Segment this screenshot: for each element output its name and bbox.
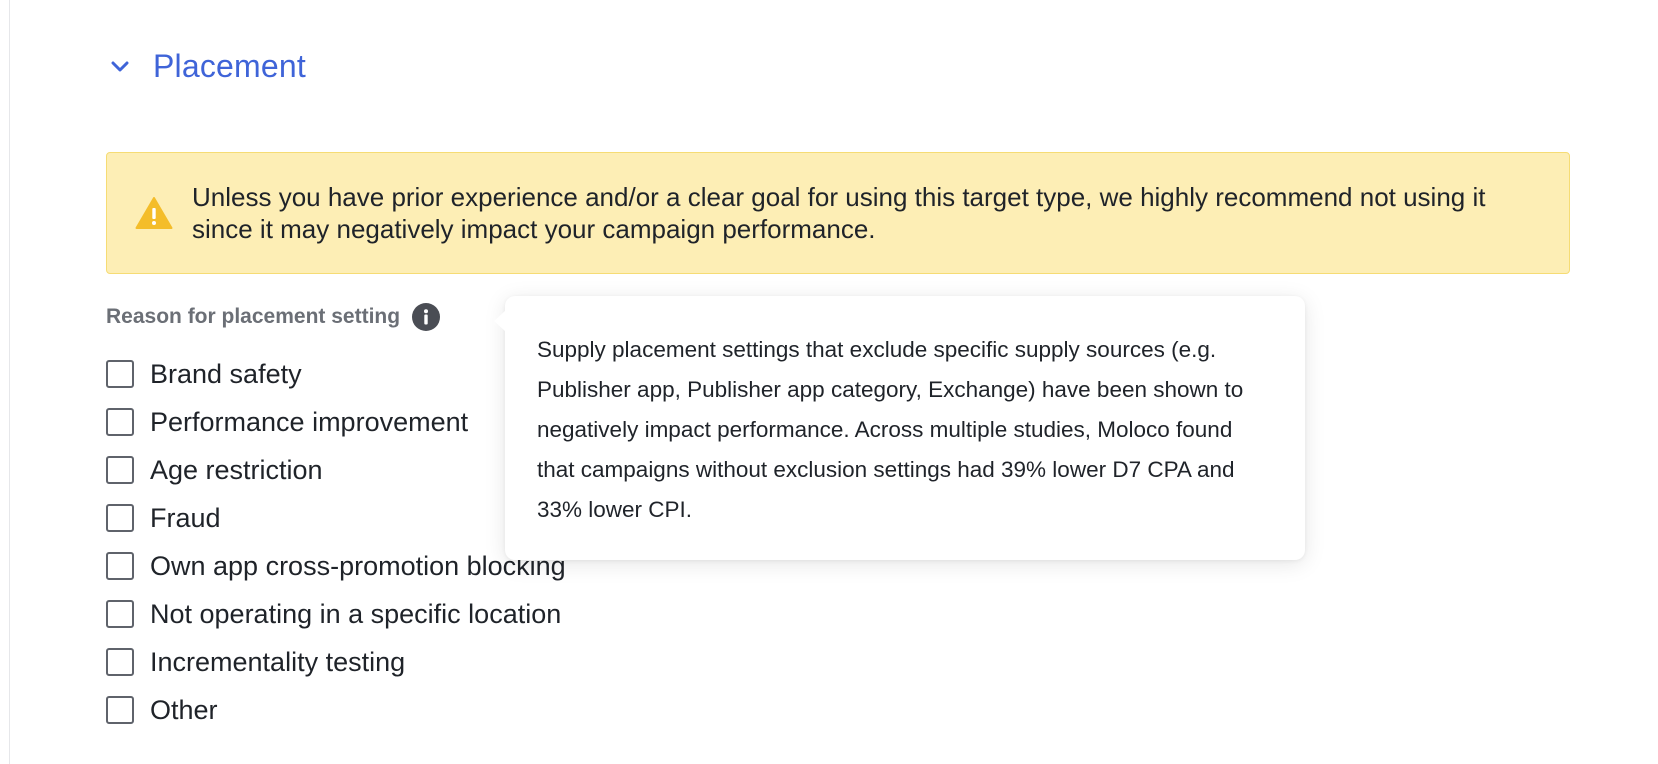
left-divider xyxy=(9,0,10,764)
option-performance-improvement[interactable]: Performance improvement xyxy=(106,406,566,438)
option-other[interactable]: Other xyxy=(106,694,566,726)
option-not-operating-in-location[interactable]: Not operating in a specific location xyxy=(106,598,566,630)
option-fraud[interactable]: Fraud xyxy=(106,502,566,534)
option-label: Not operating in a specific location xyxy=(150,598,562,629)
placement-settings-page: Placement Unless you have prior experien… xyxy=(0,0,1658,764)
option-label: Age restriction xyxy=(150,454,323,485)
checkbox[interactable] xyxy=(106,600,134,628)
checkbox[interactable] xyxy=(106,360,134,388)
checkbox[interactable] xyxy=(106,408,134,436)
option-label: Incrementality testing xyxy=(150,646,406,677)
warning-icon xyxy=(135,196,173,230)
option-age-restriction[interactable]: Age restriction xyxy=(106,454,566,486)
reason-label: Reason for placement setting xyxy=(106,305,401,328)
checkbox[interactable] xyxy=(106,696,134,724)
reason-label-row: Reason for placement setting xyxy=(106,303,441,331)
reason-options-list: Brand safety Performance improvement Age… xyxy=(106,358,566,742)
option-label: Other xyxy=(150,694,218,725)
checkbox[interactable] xyxy=(106,552,134,580)
placement-section-toggle[interactable]: Placement xyxy=(108,48,306,85)
section-title: Placement xyxy=(153,48,306,84)
option-label: Performance improvement xyxy=(150,406,469,437)
tooltip-text: Supply placement settings that exclude s… xyxy=(537,337,1244,522)
checkbox[interactable] xyxy=(106,456,134,484)
checkbox[interactable] xyxy=(106,504,134,532)
tooltip-arrow xyxy=(494,310,506,332)
chevron-down-icon xyxy=(108,55,132,79)
option-label: Fraud xyxy=(150,502,221,533)
info-icon[interactable] xyxy=(412,303,441,331)
checkbox[interactable] xyxy=(106,648,134,676)
option-incrementality-testing[interactable]: Incrementality testing xyxy=(106,646,566,678)
warning-banner-text: Unless you have prior experience and/or … xyxy=(192,182,1486,244)
option-label: Brand safety xyxy=(150,358,302,389)
info-tooltip: Supply placement settings that exclude s… xyxy=(494,296,1305,560)
option-brand-safety[interactable]: Brand safety xyxy=(106,358,566,390)
option-own-app-cross-promotion-blocking[interactable]: Own app cross-promotion blocking xyxy=(106,550,566,582)
option-label: Own app cross-promotion blocking xyxy=(150,550,566,581)
warning-banner: Unless you have prior experience and/or … xyxy=(106,152,1570,274)
